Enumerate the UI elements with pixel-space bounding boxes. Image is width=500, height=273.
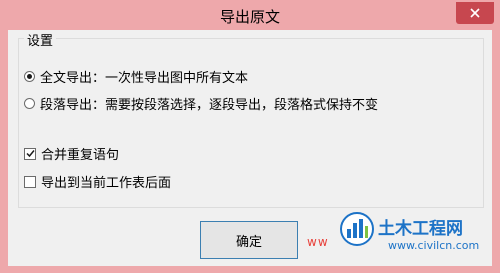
watermark-prefix: ww bbox=[307, 235, 329, 249]
radio-button[interactable] bbox=[24, 98, 35, 109]
civilcn-logo-icon bbox=[340, 212, 374, 246]
radio-full-export-label: 全文导出：一次性导出图中所有文本 bbox=[40, 71, 249, 86]
checkbox-export-after-sheet[interactable]: 导出到当前工作表后面 bbox=[24, 172, 171, 191]
checkbox-merge-duplicates[interactable]: 合并重复语句 bbox=[24, 144, 119, 163]
checkbox-merge-duplicates-label: 合并重复语句 bbox=[41, 148, 120, 163]
close-button[interactable] bbox=[456, 2, 494, 24]
watermark-url: www.civilcn.com bbox=[388, 239, 480, 252]
checkmark-icon bbox=[25, 150, 35, 158]
dialog-title: 导出原文 bbox=[219, 8, 280, 26]
radio-paragraph-export[interactable]: 段落导出：需要按段落选择，逐段导出，段落格式保持不变 bbox=[24, 94, 378, 113]
radio-button-selected[interactable] bbox=[24, 71, 35, 82]
close-icon bbox=[470, 8, 480, 18]
settings-group-legend: 设置 bbox=[24, 30, 57, 49]
export-dialog: 导出原文 设置 全文导出：一次性导出图中所有文本 段落导出：需要按段落选择，逐段… bbox=[0, 0, 500, 273]
checkbox-checked[interactable] bbox=[24, 147, 36, 160]
title-bar[interactable]: 导出原文 bbox=[0, 0, 500, 30]
watermark-site-name: 土木工程网 bbox=[378, 219, 463, 239]
radio-full-export[interactable]: 全文导出：一次性导出图中所有文本 bbox=[24, 67, 248, 86]
checkbox-unchecked[interactable] bbox=[24, 175, 36, 188]
radio-paragraph-export-label: 段落导出：需要按段落选择，逐段导出，段落格式保持不变 bbox=[40, 98, 379, 113]
checkbox-export-after-sheet-label: 导出到当前工作表后面 bbox=[41, 176, 172, 191]
ok-button[interactable]: 确定 bbox=[200, 221, 298, 259]
